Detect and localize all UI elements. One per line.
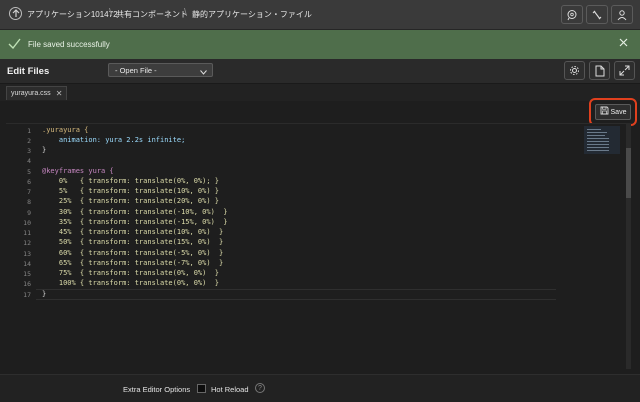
code-line: 50% { transform: translate(15%, 0%) } — [42, 238, 224, 246]
file-icon[interactable] — [589, 61, 610, 80]
page-title: Edit Files — [7, 66, 50, 77]
code-line: 30% { transform: translate(-10%, 0%) } — [42, 208, 228, 216]
line-number-gutter: 1 2 3 4 5 6 7 8 9 10 11 12 13 14 15 16 1… — [6, 124, 34, 370]
line-number: 1 — [27, 127, 31, 135]
tab-label: yurayura.css — [11, 90, 51, 97]
code-line: 45% { transform: translate(10%, 0%) } — [42, 228, 224, 236]
line-number: 4 — [27, 157, 31, 165]
code-line: 5% { transform: translate(10%, 0%) } — [42, 187, 220, 195]
open-file-select-value: - Open File - — [115, 66, 157, 75]
hot-reload-checkbox[interactable] — [197, 384, 206, 393]
scrollbar-thumb[interactable] — [626, 148, 631, 198]
line-number: 8 — [27, 198, 31, 206]
code-line: 60% { transform: translate(-5%, 0%) } — [42, 249, 224, 257]
breadcrumb-static-files[interactable]: 静的アプリケーション・ファイル — [192, 9, 312, 20]
gear-icon[interactable] — [564, 61, 585, 80]
line-number: 7 — [27, 188, 31, 196]
line-number: 11 — [23, 229, 31, 237]
expand-icon[interactable] — [614, 61, 635, 80]
edit-files-header: Edit Files - Open File - — [0, 59, 640, 84]
highlight-annotation — [589, 98, 637, 126]
code-line: } — [42, 290, 47, 298]
tab-yurayura-css[interactable]: yurayura.css ✕ — [6, 86, 68, 100]
code-editor[interactable]: 1 2 3 4 5 6 7 8 9 10 11 12 13 14 15 16 1… — [6, 123, 626, 370]
line-number: 3 — [27, 147, 31, 155]
line-number: 2 — [27, 137, 31, 145]
search-chat-icon[interactable] — [561, 5, 583, 24]
line-number: 13 — [23, 250, 31, 258]
alert-message: File saved successfully — [28, 40, 110, 49]
person-icon[interactable] — [611, 5, 633, 24]
editor-toolbar — [0, 101, 640, 121]
line-number: 6 — [27, 178, 31, 186]
code-line: 75% { transform: translate(0%, 0%) } — [42, 269, 220, 277]
code-line: 35% { transform: translate(-15%, 0%) } — [42, 218, 228, 226]
top-bar: アプリケーション101472 \ 共有コンポーネント \ 静的アプリケーション・… — [0, 0, 640, 30]
code-line: 65% { transform: translate(-7%, 0%) } — [42, 259, 224, 267]
open-file-select[interactable]: - Open File - — [108, 63, 213, 77]
line-number: 5 — [27, 168, 31, 176]
code-line: 100% { transform: translate(0%, 0%) } — [42, 279, 220, 287]
line-number: 12 — [23, 239, 31, 247]
vertical-scrollbar[interactable] — [626, 123, 631, 369]
editor-footer: Extra Editor Options Hot Reload ? — [0, 374, 640, 402]
navigate-up-icon[interactable] — [9, 7, 22, 20]
file-tabs: yurayura.css ✕ — [0, 84, 640, 101]
code-minimap[interactable] — [584, 126, 620, 154]
current-line-highlight — [36, 289, 556, 300]
line-number: 14 — [23, 260, 31, 268]
line-number: 9 — [27, 209, 31, 217]
tab-close-icon[interactable]: ✕ — [56, 89, 63, 98]
line-number: 10 — [23, 219, 31, 227]
code-line: 25% { transform: translate(20%, 0%) } — [42, 197, 220, 205]
help-icon[interactable]: ? — [255, 383, 265, 393]
extra-editor-options-link[interactable]: Extra Editor Options — [123, 385, 190, 394]
breadcrumb-separator: \ — [109, 7, 113, 19]
success-alert: File saved successfully — [0, 30, 640, 59]
line-number: 17 — [23, 291, 31, 299]
code-line: 0% { transform: translate(0%, 0%); } — [42, 177, 220, 185]
breadcrumb-application[interactable]: アプリケーション101472 — [27, 9, 118, 20]
code-line: .yurayura { — [42, 126, 89, 134]
code-line: @keyframes yura { — [42, 167, 114, 175]
breadcrumb-shared-components[interactable]: 共有コンポーネント — [116, 9, 188, 20]
wrench-icon[interactable] — [586, 5, 608, 24]
code-line: } — [42, 146, 47, 154]
code-line: animation: yura 2.2s infinite; — [42, 136, 186, 144]
check-icon — [8, 38, 21, 52]
line-number: 16 — [23, 280, 31, 288]
close-icon[interactable] — [619, 38, 628, 50]
breadcrumb-separator: \ — [184, 7, 188, 19]
line-number: 15 — [23, 270, 31, 278]
hot-reload-label: Hot Reload — [211, 385, 249, 394]
chevron-down-icon — [200, 67, 207, 78]
